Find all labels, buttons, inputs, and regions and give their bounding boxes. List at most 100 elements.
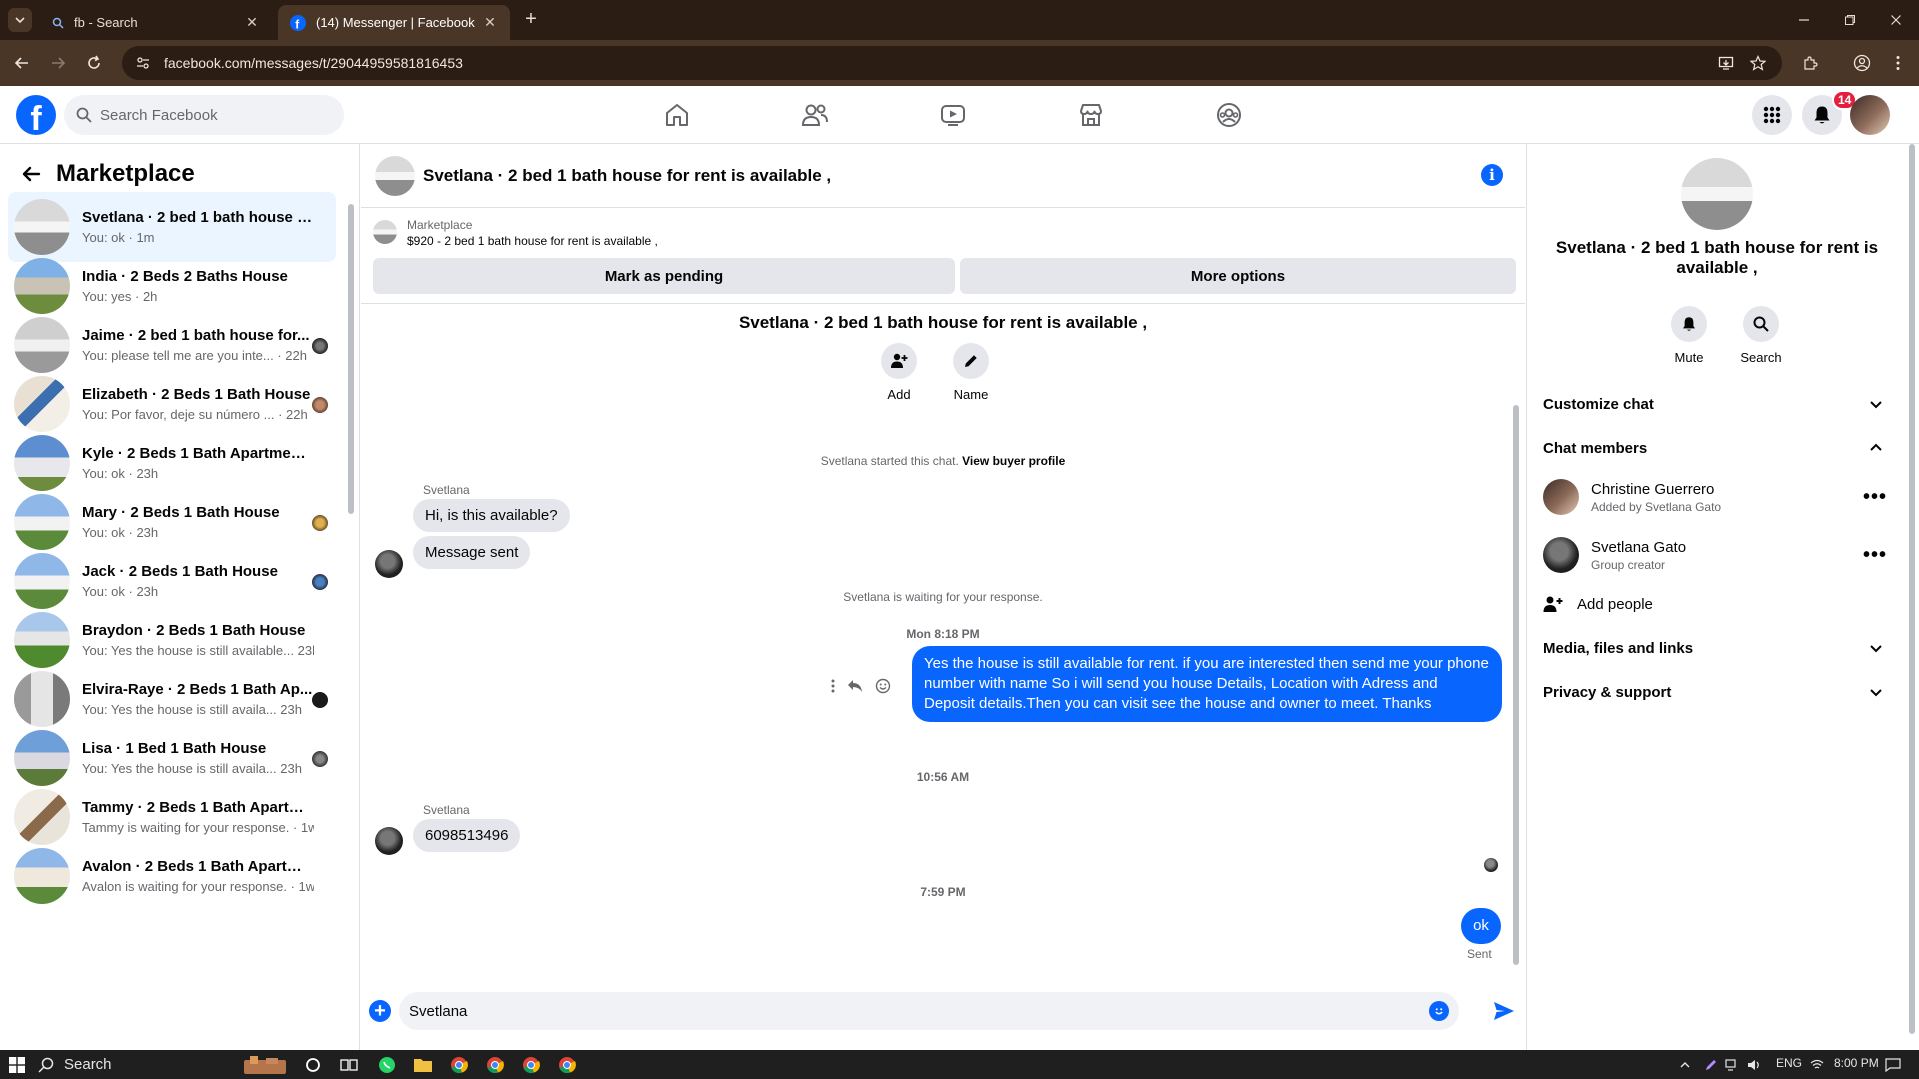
system-tray-chevron-icon[interactable]: [1674, 1054, 1696, 1076]
incoming-message[interactable]: 6098513496: [413, 819, 521, 852]
media-files-links-section[interactable]: Media, files and links: [1543, 630, 1889, 666]
restore-button[interactable]: [1838, 8, 1862, 32]
listing-thumbnail[interactable]: [373, 220, 397, 244]
incoming-message[interactable]: Message sent: [413, 536, 531, 569]
chevron-down-icon: [1870, 401, 1882, 409]
profile-button[interactable]: [1850, 51, 1874, 75]
address-bar[interactable]: facebook.com/messages/t/2904495958181645…: [122, 46, 1782, 80]
file-explorer-icon[interactable]: [412, 1054, 434, 1076]
account-avatar[interactable]: [1850, 95, 1890, 135]
close-icon[interactable]: ✕: [482, 14, 498, 31]
chrome-icon[interactable]: [448, 1054, 470, 1076]
listing-price-title[interactable]: $920 - 2 bed 1 bath house for rent is av…: [407, 234, 658, 248]
cortana-icon[interactable]: [302, 1054, 324, 1076]
search-highlight-icon[interactable]: [240, 1054, 290, 1076]
taskbar-clock[interactable]: 8:00 PM: [1834, 1056, 1879, 1070]
whatsapp-icon[interactable]: [376, 1054, 398, 1076]
reply-icon[interactable]: [847, 679, 863, 693]
chrome-icon[interactable]: [556, 1054, 578, 1076]
info-icon[interactable]: i: [1481, 164, 1503, 186]
facebook-search[interactable]: [64, 95, 344, 135]
new-tab-button[interactable]: +: [520, 9, 542, 31]
thread-scrollbar[interactable]: [1511, 305, 1521, 979]
menu-button[interactable]: [1752, 95, 1792, 135]
chrome-icon[interactable]: [484, 1054, 506, 1076]
back-button[interactable]: [10, 51, 34, 75]
more-options-button[interactable]: More options: [960, 258, 1516, 294]
facebook-search-input[interactable]: [100, 106, 320, 124]
language-indicator[interactable]: ENG: [1776, 1056, 1802, 1070]
member-avatar[interactable]: [1543, 479, 1579, 515]
name-chat-action[interactable]: Name: [941, 343, 1001, 402]
notification-center-icon[interactable]: [1882, 1054, 1904, 1076]
bell-icon[interactable]: [1671, 306, 1707, 342]
outgoing-message[interactable]: Yes the house is still available for ren…: [912, 646, 1502, 722]
message-input-wrapper[interactable]: [399, 992, 1459, 1030]
tab-search-dropdown[interactable]: [8, 8, 32, 32]
extensions-button[interactable]: [1798, 51, 1822, 75]
browser-menu-button[interactable]: [1886, 51, 1910, 75]
browser-tab-fb-search[interactable]: fb - Search ✕: [40, 5, 272, 40]
reload-button[interactable]: [82, 51, 106, 75]
nav-marketplace[interactable]: [1076, 100, 1106, 130]
nav-friends[interactable]: [800, 100, 830, 130]
chrome-icon[interactable]: [520, 1054, 542, 1076]
close-window-button[interactable]: [1884, 8, 1908, 32]
site-info-icon[interactable]: [136, 56, 150, 70]
chat-member-row[interactable]: Svetlana Gato Group creator •••: [1543, 528, 1889, 582]
view-buyer-profile-link[interactable]: View buyer profile: [962, 454, 1065, 468]
emoji-icon[interactable]: [1429, 1001, 1449, 1021]
emoji-react-icon[interactable]: [875, 678, 891, 694]
conversation-item[interactable]: Avalon · 2 Beds 1 Bath Apartment Avalon i…: [8, 841, 336, 911]
install-app-button[interactable]: [1714, 51, 1738, 75]
chat-thumbnail[interactable]: [375, 156, 415, 196]
forward-button[interactable]: [46, 51, 70, 75]
minimize-button[interactable]: [1792, 8, 1816, 32]
browser-tab-messenger[interactable]: f (14) Messenger | Facebook ✕: [278, 5, 510, 40]
customize-chat-section[interactable]: Customize chat: [1543, 386, 1889, 422]
search-icon[interactable]: [1743, 306, 1779, 342]
mark-as-pending-button[interactable]: Mark as pending: [373, 258, 955, 294]
message-input[interactable]: [409, 1002, 1409, 1020]
add-people-button[interactable]: Add people: [1543, 586, 1653, 622]
member-options-button[interactable]: •••: [1861, 483, 1889, 511]
privacy-support-section[interactable]: Privacy & support: [1543, 674, 1889, 710]
chat-members-section[interactable]: Chat members: [1543, 430, 1889, 466]
pen-icon[interactable]: [1700, 1054, 1722, 1076]
scrollbar-thumb[interactable]: [1909, 144, 1915, 1034]
wifi-icon[interactable]: [1806, 1054, 1828, 1076]
scrollbar-thumb[interactable]: [348, 204, 354, 514]
facebook-logo-icon[interactable]: f: [16, 95, 56, 135]
start-button[interactable]: [6, 1054, 28, 1076]
incoming-message[interactable]: Hi, is this available?: [413, 499, 570, 532]
add-member-action[interactable]: Add: [869, 343, 929, 402]
search-icon: [52, 17, 64, 29]
sender-avatar[interactable]: [375, 827, 403, 855]
mute-action[interactable]: Mute: [1661, 306, 1717, 365]
chat-photo[interactable]: [1681, 158, 1753, 230]
search-in-chat-action[interactable]: Search: [1733, 306, 1789, 365]
nav-video[interactable]: [938, 100, 968, 130]
nav-home[interactable]: [662, 100, 692, 130]
scrollbar-thumb[interactable]: [1513, 405, 1519, 965]
member-options-button[interactable]: •••: [1861, 541, 1889, 569]
add-person-icon[interactable]: [881, 343, 917, 379]
back-button[interactable]: [16, 159, 46, 189]
member-avatar[interactable]: [1543, 537, 1579, 573]
bookmark-button[interactable]: [1746, 51, 1770, 75]
task-view-icon[interactable]: [338, 1054, 360, 1076]
chat-title[interactable]: Svetlana · 2 bed 1 bath house for rent i…: [423, 166, 831, 186]
pencil-icon[interactable]: [953, 343, 989, 379]
send-button[interactable]: [1491, 998, 1517, 1024]
more-vertical-icon[interactable]: [831, 679, 835, 693]
list-scrollbar[interactable]: [348, 196, 356, 666]
info-panel-scrollbar[interactable]: [1907, 144, 1917, 1044]
nav-groups[interactable]: [1214, 100, 1244, 130]
chat-member-row[interactable]: Christine Guerrero Added by Svetlana Gat…: [1543, 470, 1889, 524]
sender-avatar[interactable]: [375, 550, 403, 578]
plus-icon[interactable]: +: [369, 1000, 391, 1022]
outgoing-message[interactable]: ok: [1461, 908, 1501, 944]
network-icon[interactable]: [1722, 1054, 1744, 1076]
close-icon[interactable]: ✕: [244, 14, 260, 31]
volume-icon[interactable]: [1744, 1054, 1766, 1076]
